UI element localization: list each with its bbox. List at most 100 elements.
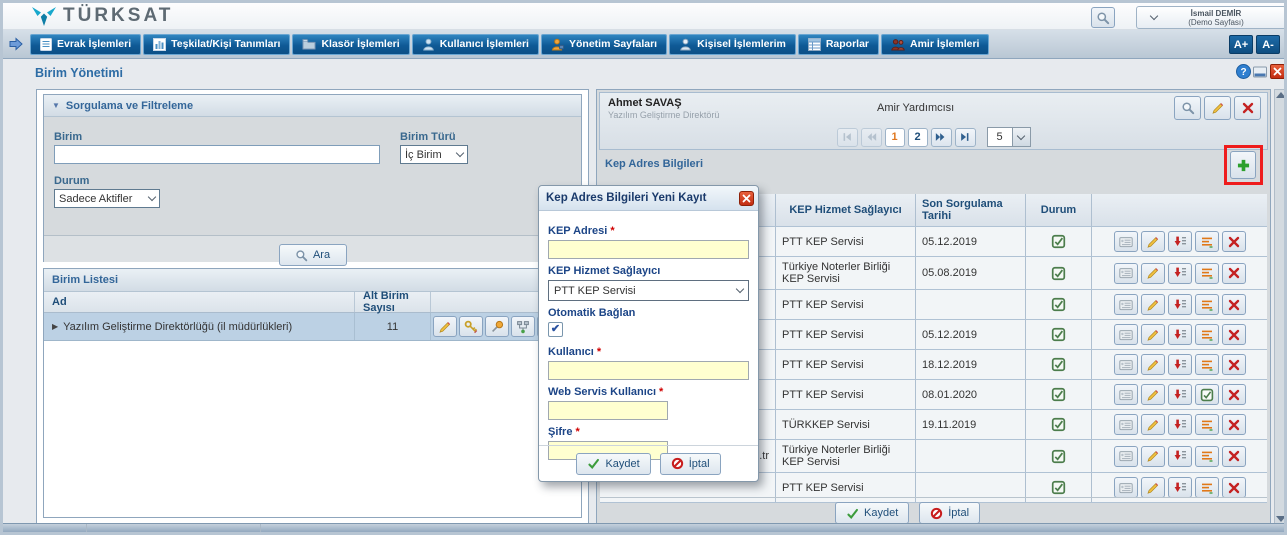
expand-triangle-icon[interactable]: ▶ [52, 322, 58, 331]
global-search-button[interactable] [1091, 7, 1115, 28]
person-delete-button[interactable] [1234, 96, 1261, 120]
detail-button[interactable] [1114, 263, 1138, 284]
query-button[interactable] [1195, 231, 1219, 252]
download-button[interactable] [1168, 263, 1192, 284]
detail-button[interactable] [1114, 231, 1138, 252]
menu-item[interactable]: Klasör İşlemleri [292, 34, 409, 55]
kep-save-button[interactable]: Kaydet [835, 502, 909, 524]
delete-button[interactable] [1222, 354, 1246, 375]
page-size-select[interactable]: 5 [987, 127, 1031, 147]
delete-button[interactable] [1222, 263, 1246, 284]
edit-button[interactable] [1141, 231, 1165, 252]
delete-button[interactable] [1222, 446, 1246, 467]
edit-button[interactable] [1141, 294, 1165, 315]
query-button[interactable] [1195, 324, 1219, 345]
detail-button[interactable] [1114, 324, 1138, 345]
detail-button[interactable] [1114, 384, 1138, 405]
vertical-scrollbar[interactable] [1274, 89, 1287, 529]
menu-item[interactable]: Teşkilat/Kişi Tanımları [143, 34, 290, 55]
web-servis-input[interactable] [548, 401, 668, 420]
person-search-button[interactable] [1174, 96, 1201, 120]
dialog-close-icon[interactable] [739, 191, 754, 206]
user-menu-dropdown[interactable]: İsmail DEMİR (Demo Sayfası) [1136, 6, 1286, 29]
durum-select[interactable]: Sadece Aktifler [54, 189, 160, 208]
dialog-cancel-button[interactable]: İptal [660, 453, 721, 475]
search-ara-button[interactable]: Ara [279, 244, 347, 266]
edit-icon [1146, 328, 1160, 342]
person-edit-button[interactable] [1204, 96, 1231, 120]
download-button[interactable] [1168, 414, 1192, 435]
menu-item[interactable]: Evrak İşlemleri [30, 34, 141, 55]
scroll-up-arrow-icon[interactable] [1276, 92, 1286, 102]
kep-cancel-button[interactable]: İptal [919, 502, 980, 524]
delete-button[interactable] [1222, 477, 1246, 498]
verified-button[interactable] [1195, 384, 1219, 405]
detail-button[interactable] [1114, 354, 1138, 375]
font-increase-button[interactable]: A+ [1229, 35, 1253, 54]
window-icon[interactable] [1253, 66, 1268, 81]
download-button[interactable] [1168, 231, 1192, 252]
paginator-page-2[interactable]: 2 [908, 128, 928, 147]
menu-item[interactable]: Kullanıcı İşlemleri [412, 34, 539, 55]
download-button[interactable] [1168, 294, 1192, 315]
key-button[interactable] [459, 316, 483, 337]
delete-button[interactable] [1222, 294, 1246, 315]
query-button[interactable] [1195, 477, 1219, 498]
add-kep-address-button[interactable] [1230, 151, 1256, 179]
pin-button[interactable] [485, 316, 509, 337]
menu-item[interactable]: Yönetim Sayfaları [541, 34, 667, 55]
edit-icon [1146, 358, 1160, 372]
kep-date-cell: 18.12.2019 [916, 350, 1026, 379]
delete-icon [1227, 418, 1241, 432]
download-button[interactable] [1168, 324, 1192, 345]
paginator-prev-button[interactable] [861, 128, 882, 147]
edit-button[interactable] [1141, 324, 1165, 345]
detail-button[interactable] [1114, 294, 1138, 315]
birim-input[interactable] [54, 145, 380, 164]
menu-item[interactable]: Raporlar [798, 34, 879, 55]
chevron-down-icon [1013, 127, 1031, 147]
paginator-next-button[interactable] [931, 128, 952, 147]
kullanici-input[interactable] [548, 361, 749, 380]
download-button[interactable] [1168, 446, 1192, 467]
detail-button[interactable] [1114, 414, 1138, 435]
detail-button[interactable] [1114, 446, 1138, 467]
edit-button[interactable] [1141, 446, 1165, 467]
kep-adresi-input[interactable] [548, 240, 749, 259]
birim-turu-select[interactable]: İç Birim [400, 145, 468, 164]
download-button[interactable] [1168, 477, 1192, 498]
edit-button[interactable] [433, 316, 457, 337]
font-decrease-button[interactable]: A- [1256, 35, 1280, 54]
birim-table-row[interactable]: ▶ Yazılım Geliştirme Direktörlüğü (il mü… [44, 313, 581, 341]
delete-button[interactable] [1222, 414, 1246, 435]
menu-item[interactable]: Kişisel İşlemlerim [669, 34, 796, 55]
query-button[interactable] [1195, 354, 1219, 375]
edit-button[interactable] [1141, 384, 1165, 405]
dialog-provider-select[interactable]: PTT KEP Servisi [548, 280, 749, 301]
edit-button[interactable] [1141, 263, 1165, 284]
edit-button[interactable] [1141, 354, 1165, 375]
help-icon[interactable]: ? [1236, 64, 1251, 79]
auto-connect-checkbox[interactable] [548, 322, 563, 337]
filter-panel-header[interactable]: ▼ Sorgulama ve Filtreleme [44, 95, 581, 117]
delete-button[interactable] [1222, 231, 1246, 252]
paginator-last-button[interactable] [955, 128, 976, 147]
edit-button[interactable] [1141, 414, 1165, 435]
download-button[interactable] [1168, 354, 1192, 375]
paginator-page-1[interactable]: 1 [885, 128, 905, 147]
dialog-save-button[interactable]: Kaydet [576, 453, 650, 475]
query-button[interactable] [1195, 263, 1219, 284]
edit-button[interactable] [1141, 477, 1165, 498]
query-button[interactable] [1195, 414, 1219, 435]
menu-item[interactable]: Amir İşlemleri [881, 34, 989, 55]
delete-button[interactable] [1222, 384, 1246, 405]
query-button[interactable] [1195, 294, 1219, 315]
delete-button[interactable] [1222, 324, 1246, 345]
detail-button[interactable] [1114, 477, 1138, 498]
paginator-first-button[interactable] [837, 128, 858, 147]
menu-collapse-arrow-icon[interactable] [8, 36, 24, 52]
close-page-icon[interactable] [1270, 64, 1285, 79]
org-tree-button[interactable] [511, 316, 535, 337]
query-button[interactable] [1195, 446, 1219, 467]
download-button[interactable] [1168, 384, 1192, 405]
